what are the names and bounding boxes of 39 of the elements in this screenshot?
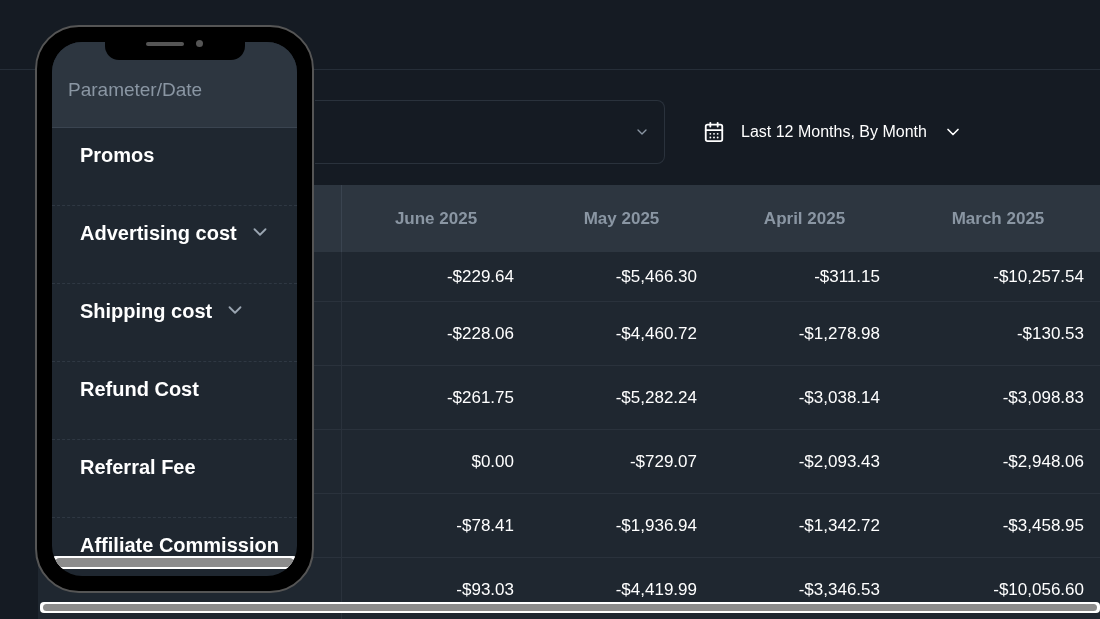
date-range-button[interactable]: Last 12 Months, By Month <box>703 120 963 144</box>
row-label: Affiliate Commission <box>80 533 279 558</box>
table-cell-text: -$729.07 <box>629 450 697 473</box>
table-cell-text: -$10,056.60 <box>993 578 1084 601</box>
select-field[interactable] <box>315 100 665 164</box>
calendar-icon <box>703 121 725 143</box>
table-cell-text: -$1,936.94 <box>615 514 697 537</box>
table-cell-text: -$5,466.30 <box>615 265 697 288</box>
table-cell-text: -$3,458.95 <box>1002 514 1084 537</box>
column-header: April 2025 <box>762 207 847 230</box>
table-cell-text: -$10,257.54 <box>993 265 1084 288</box>
table-cell-text: -$93.03 <box>456 578 514 601</box>
table-cell-text: -$5,282.24 <box>615 386 697 409</box>
table-cell-text: -$130.53 <box>1016 322 1084 345</box>
table-cell-text: -$2,948.06 <box>1002 450 1084 473</box>
column-header: May 2025 <box>582 207 661 230</box>
table-cell-text: -$4,460.72 <box>615 322 697 345</box>
row-label: Shipping cost <box>80 299 213 324</box>
table-cell-text: -$3,346.53 <box>798 578 880 601</box>
row-label: Promos <box>80 143 155 168</box>
horizontal-scrollbar[interactable] <box>40 602 1100 613</box>
row-label: Refund Cost <box>80 377 199 402</box>
table-cell-text: $0.00 <box>471 450 514 473</box>
table-cell-text: -$2,093.43 <box>798 450 880 473</box>
row-label: Advertising cost <box>80 221 237 246</box>
table-cell-text: -$1,342.72 <box>798 514 880 537</box>
table-cell-text: -$3,038.14 <box>798 386 880 409</box>
column-header: June 2025 <box>393 207 479 230</box>
table-cell-text: -$1,278.98 <box>798 322 880 345</box>
table-cell-text: -$228.06 <box>446 322 514 345</box>
column-header: Parameter/Date <box>68 79 203 100</box>
table-cell-text: -$3,098.83 <box>1002 386 1084 409</box>
table-cell-text: -$229.64 <box>446 265 514 288</box>
row-label: Referral Fee <box>80 455 196 480</box>
table-cell-text: -$261.75 <box>446 386 514 409</box>
column-header: March 2025 <box>950 207 1046 230</box>
table-cell-text: -$78.41 <box>456 514 514 537</box>
table-cell-text: -$4,419.99 <box>615 578 697 601</box>
table-cell-text: -$311.15 <box>814 265 880 288</box>
